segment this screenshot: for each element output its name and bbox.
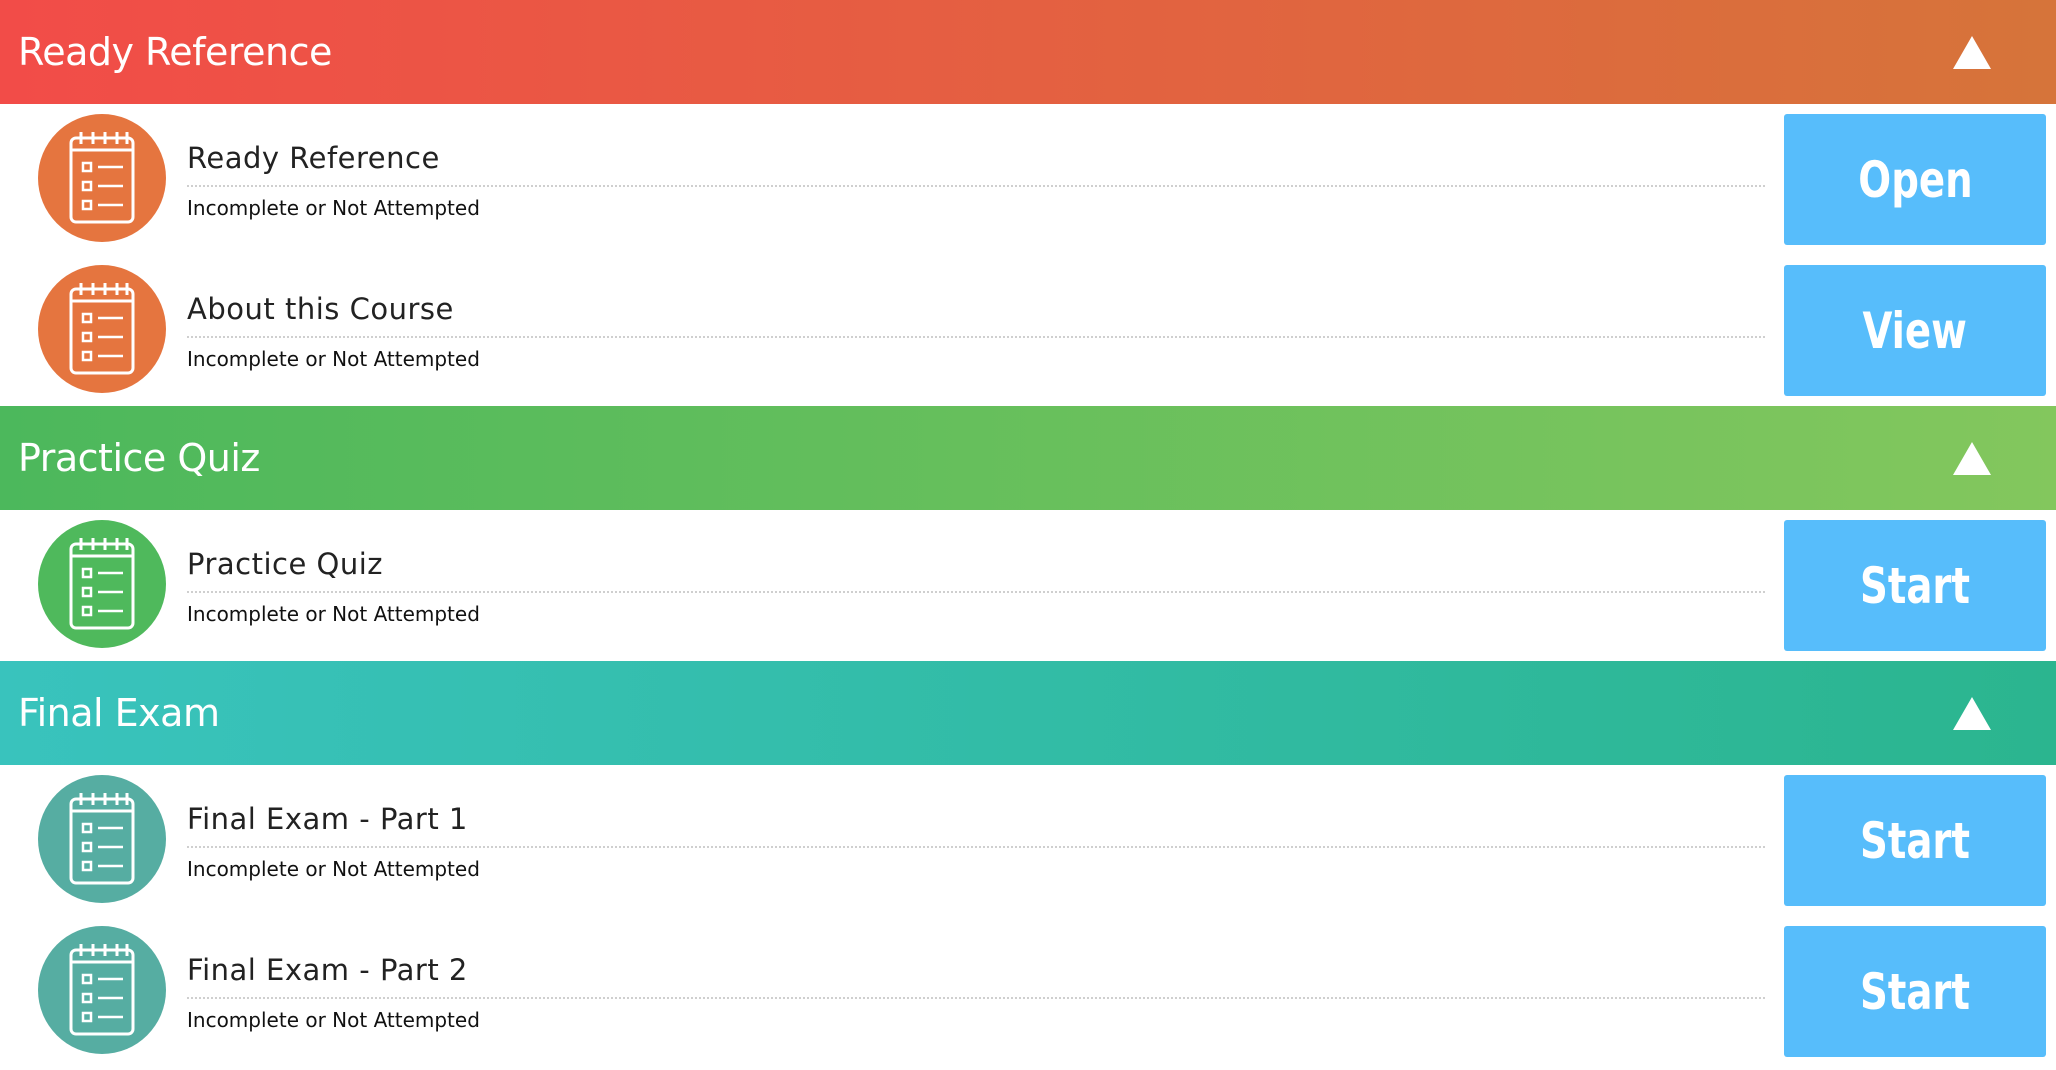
checklist-icon — [38, 775, 166, 903]
section-header[interactable]: Final Exam — [0, 661, 2056, 765]
item-status: Incomplete or Not Attempted — [187, 196, 480, 220]
section-header[interactable]: Ready Reference — [0, 0, 2056, 104]
triangle-up-icon — [1953, 35, 1991, 69]
section-title: Practice Quiz — [18, 436, 260, 480]
item-title: Final Exam - Part 1 — [187, 802, 468, 836]
collapse-toggle[interactable] — [1948, 434, 1996, 482]
checklist-icon — [38, 520, 166, 648]
divider — [187, 185, 1765, 187]
item-status: Incomplete or Not Attempted — [187, 602, 480, 626]
section-final-exam: Final Exam Final Exam - Part 1 Incomplet… — [0, 661, 2056, 1067]
start-button[interactable]: Start — [1784, 775, 2046, 906]
start-button[interactable]: Start — [1784, 926, 2046, 1057]
divider — [187, 591, 1765, 593]
divider — [187, 336, 1765, 338]
item-status: Incomplete or Not Attempted — [187, 857, 480, 881]
course-modules-list: Ready Reference Ready Reference Incomple… — [0, 0, 2056, 1070]
collapse-toggle[interactable] — [1948, 689, 1996, 737]
checklist-icon — [38, 114, 166, 242]
view-button[interactable]: View — [1784, 265, 2046, 396]
section-practice-quiz: Practice Quiz Practice Quiz Incomplete o… — [0, 406, 2056, 661]
list-item: Practice Quiz Incomplete or Not Attempte… — [0, 510, 2056, 661]
divider — [187, 846, 1765, 848]
triangle-up-icon — [1953, 696, 1991, 730]
start-button[interactable]: Start — [1784, 520, 2046, 651]
item-status: Incomplete or Not Attempted — [187, 1008, 480, 1032]
list-item: About this Course Incomplete or Not Atte… — [0, 255, 2056, 406]
collapse-toggle[interactable] — [1948, 28, 1996, 76]
checklist-icon — [38, 265, 166, 393]
list-item: Ready Reference Incomplete or Not Attemp… — [0, 104, 2056, 255]
checklist-icon — [38, 926, 166, 1054]
item-title: Final Exam - Part 2 — [187, 953, 468, 987]
triangle-up-icon — [1953, 441, 1991, 475]
divider — [187, 997, 1765, 999]
section-ready-reference: Ready Reference Ready Reference Incomple… — [0, 0, 2056, 406]
section-header[interactable]: Practice Quiz — [0, 406, 2056, 510]
section-title: Ready Reference — [18, 30, 332, 74]
item-status: Incomplete or Not Attempted — [187, 347, 480, 371]
list-item: Final Exam - Part 1 Incomplete or Not At… — [0, 765, 2056, 916]
item-title: Ready Reference — [187, 141, 440, 175]
open-button[interactable]: Open — [1784, 114, 2046, 245]
list-item: Final Exam - Part 2 Incomplete or Not At… — [0, 916, 2056, 1067]
section-title: Final Exam — [18, 691, 220, 735]
item-title: Practice Quiz — [187, 547, 384, 581]
item-title: About this Course — [187, 292, 454, 326]
